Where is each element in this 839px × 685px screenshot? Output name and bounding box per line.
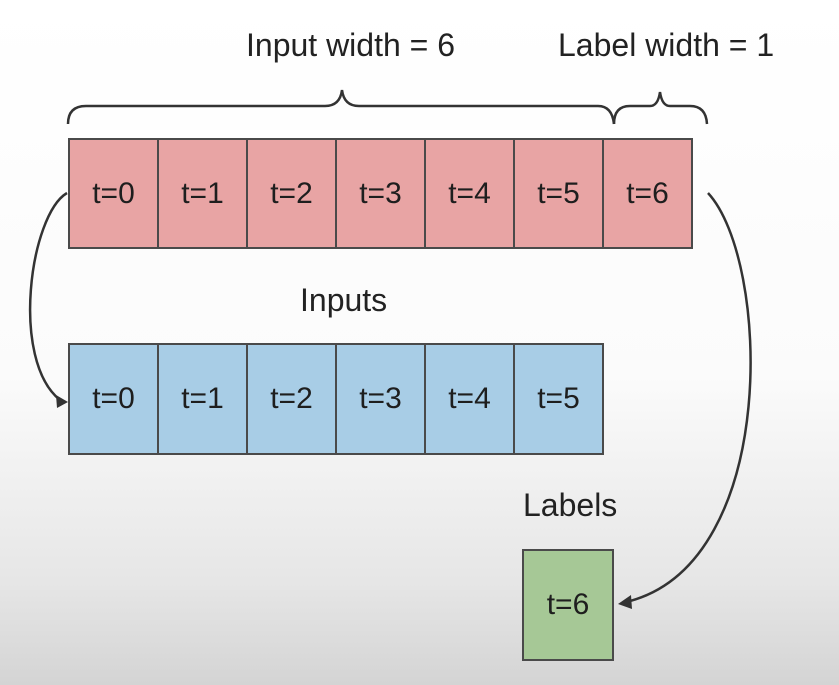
labels-title: Labels	[523, 487, 618, 523]
input-cell: t=0	[68, 343, 159, 455]
window-cell: t=6	[602, 138, 693, 249]
window-cell: t=1	[157, 138, 248, 249]
inputs-arrowhead	[56, 395, 68, 408]
inputs-row: t=0 t=1 t=2 t=3 t=4 t=5	[68, 343, 604, 455]
label-cell: t=6	[522, 549, 614, 661]
inputs-arrow	[28, 191, 68, 401]
label-width-brace	[612, 91, 709, 125]
window-cell: t=5	[513, 138, 604, 249]
window-cell: t=2	[246, 138, 337, 249]
window-row: t=0 t=1 t=2 t=3 t=4 t=5 t=6	[68, 138, 693, 249]
labels-arrow	[629, 192, 752, 603]
input-cell: t=4	[424, 343, 515, 455]
label-width-label: Label width = 1	[558, 27, 775, 63]
window-cell: t=4	[424, 138, 515, 249]
window-cell: t=0	[68, 138, 159, 249]
input-cell: t=1	[157, 343, 248, 455]
input-width-label: Input width = 6	[246, 27, 456, 63]
input-cell: t=5	[513, 343, 604, 455]
labels-row: t=6	[522, 549, 614, 661]
input-cell: t=3	[335, 343, 426, 455]
inputs-title: Inputs	[300, 282, 388, 318]
input-width-brace	[66, 89, 616, 125]
input-cell: t=2	[246, 343, 337, 455]
window-cell: t=3	[335, 138, 426, 249]
labels-arrowhead	[618, 595, 632, 609]
